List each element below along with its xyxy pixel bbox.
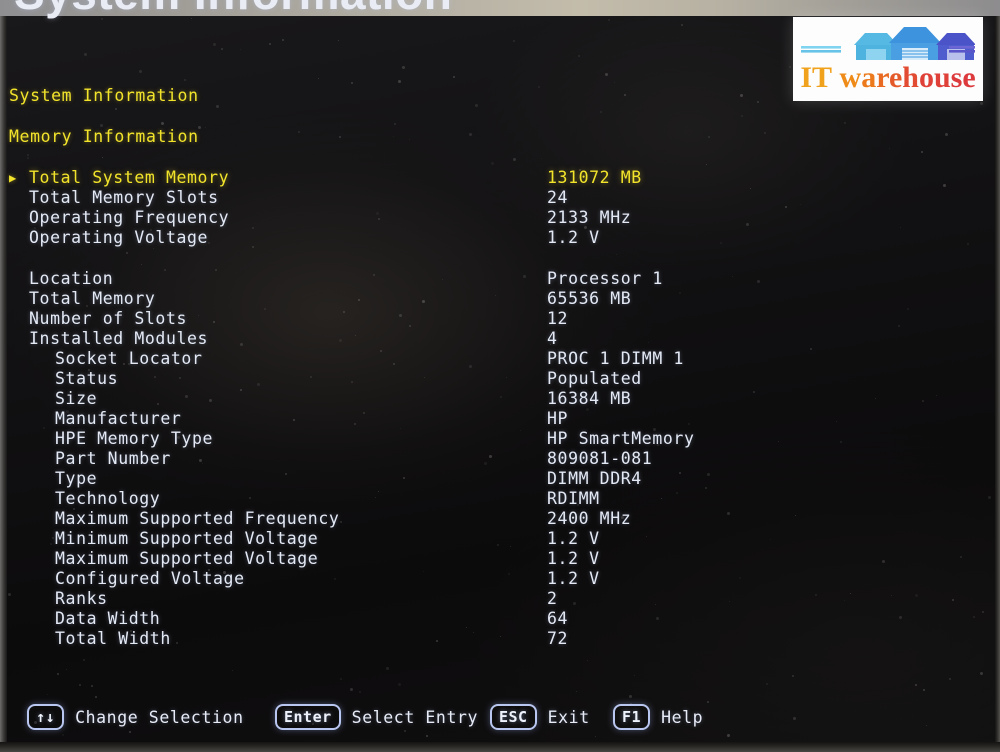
warehouse-logo-icon bbox=[801, 27, 975, 60]
key-hint-label: Select Entry bbox=[351, 707, 479, 727]
table-row[interactable]: Operating Frequency 2133 MHz bbox=[0, 208, 1000, 228]
row-label: Size bbox=[55, 389, 98, 408]
row-label: Part Number bbox=[55, 449, 171, 468]
row-value: 72 bbox=[547, 629, 569, 648]
table-row[interactable]: Status Populated bbox=[0, 369, 1000, 389]
key-hint-label: Help bbox=[661, 707, 704, 727]
row-label: Total Width bbox=[55, 629, 171, 648]
watermark-brand-text: IT warehouse bbox=[800, 61, 976, 94]
table-row[interactable]: Maximum Supported Frequency 2400 MHz bbox=[0, 509, 1000, 529]
table-row[interactable]: Type DIMM DDR4 bbox=[0, 469, 1000, 489]
row-value: 1.2 V bbox=[547, 549, 600, 568]
table-row[interactable]: Socket Locator PROC 1 DIMM 1 bbox=[0, 349, 1000, 369]
key-hint-bar: ↑↓ Change Selection Enter Select Entry ESC Ex… bbox=[0, 700, 1000, 734]
row-value: 1.2 V bbox=[547, 228, 600, 247]
row-value: HP bbox=[547, 409, 569, 428]
table-row[interactable]: Total Memory 65536 MB bbox=[0, 289, 1000, 309]
up-down-arrow-icon[interactable]: ↑↓ bbox=[27, 704, 65, 730]
table-row[interactable]: Total Width 72 bbox=[0, 629, 1000, 649]
table-row[interactable]: Number of Slots 12 bbox=[0, 309, 1000, 329]
row-value: 65536 MB bbox=[547, 289, 632, 308]
monitor-bezel-left bbox=[0, 0, 7, 752]
table-row[interactable]: Maximum Supported Voltage 1.2 V bbox=[0, 549, 1000, 569]
row-label: Maximum Supported Voltage bbox=[55, 549, 319, 568]
row-value: 2400 MHz bbox=[547, 509, 632, 528]
row-label: Total Memory Slots bbox=[29, 188, 219, 207]
table-row[interactable]: Technology RDIMM bbox=[0, 489, 1000, 509]
row-value: 2 bbox=[547, 589, 558, 608]
row-label: Maximum Supported Frequency bbox=[55, 509, 340, 528]
row-label: Status bbox=[55, 369, 119, 388]
table-row[interactable]: Location Processor 1 bbox=[0, 269, 1000, 289]
row-value: Populated bbox=[547, 369, 642, 388]
key-hint-label: Change Selection bbox=[75, 707, 244, 727]
row-value: 12 bbox=[547, 309, 569, 328]
f1-key-icon[interactable]: F1 bbox=[613, 704, 651, 730]
row-value: 809081-081 bbox=[547, 449, 653, 468]
row-label: Operating Voltage bbox=[29, 228, 209, 247]
row-label: Ranks bbox=[55, 589, 108, 608]
row-value: RDIMM bbox=[547, 489, 600, 508]
row-value: 4 bbox=[547, 329, 558, 348]
row-label: Number of Slots bbox=[29, 309, 188, 328]
table-row[interactable]: Total Memory Slots 24 bbox=[0, 188, 1000, 208]
row-label: Installed Modules bbox=[29, 329, 209, 348]
row-label: Socket Locator bbox=[55, 349, 203, 368]
table-row[interactable]: Minimum Supported Voltage 1.2 V bbox=[0, 529, 1000, 549]
table-row[interactable]: Data Width 64 bbox=[0, 609, 1000, 629]
row-value: 2133 MHz bbox=[547, 208, 632, 227]
table-row[interactable]: Ranks 2 bbox=[0, 589, 1000, 609]
row-label: Total Memory bbox=[29, 289, 156, 308]
row-value: 16384 MB bbox=[547, 389, 632, 408]
key-hint[interactable]: ↑↓ Change Selection bbox=[27, 700, 244, 734]
row-label: Location bbox=[29, 269, 114, 288]
breadcrumb-memory-information[interactable]: Memory Information bbox=[9, 127, 199, 146]
memory-info-table: ▶ Total System Memory 131072 MB Total Memor… bbox=[0, 168, 1000, 649]
row-value: 1.2 V bbox=[547, 569, 600, 588]
monitor-bezel-right bbox=[995, 0, 1000, 752]
row-value: Processor 1 bbox=[547, 269, 663, 288]
breadcrumb-system-information[interactable]: System Information bbox=[9, 86, 199, 105]
row-label: Type bbox=[55, 469, 98, 488]
row-label: Manufacturer bbox=[55, 409, 182, 428]
watermark-logo: IT warehouse bbox=[793, 17, 983, 101]
row-label: Configured Voltage bbox=[55, 569, 245, 588]
page-title: System Information bbox=[0, 0, 560, 24]
row-label: Total System Memory bbox=[29, 168, 230, 187]
table-row-spacer bbox=[0, 248, 1000, 269]
selection-arrow-icon: ▶ bbox=[9, 171, 17, 185]
table-row[interactable]: ▶ Total System Memory 131072 MB bbox=[0, 168, 1000, 188]
row-value: 24 bbox=[547, 188, 569, 207]
key-hint-label: Exit bbox=[547, 707, 590, 727]
row-label: Data Width bbox=[55, 609, 161, 628]
row-value: 1.2 V bbox=[547, 529, 600, 548]
row-label: Operating Frequency bbox=[29, 208, 230, 227]
key-hint[interactable]: F1 Help bbox=[613, 700, 703, 734]
enter-key-icon[interactable]: Enter bbox=[275, 704, 341, 730]
table-row[interactable]: Manufacturer HP bbox=[0, 409, 1000, 429]
row-label: Minimum Supported Voltage bbox=[55, 529, 319, 548]
table-row[interactable]: Operating Voltage 1.2 V bbox=[0, 228, 1000, 248]
key-hint[interactable]: ESC Exit bbox=[490, 700, 590, 734]
table-row[interactable]: Configured Voltage 1.2 V bbox=[0, 569, 1000, 589]
table-row[interactable]: Size 16384 MB bbox=[0, 389, 1000, 409]
key-hint[interactable]: Enter Select Entry bbox=[275, 700, 478, 734]
table-row[interactable]: Part Number 809081-081 bbox=[0, 449, 1000, 469]
row-label: HPE Memory Type bbox=[55, 429, 214, 448]
esc-key-icon[interactable]: ESC bbox=[490, 704, 537, 730]
row-value: 131072 MB bbox=[547, 168, 642, 187]
table-row[interactable]: HPE Memory Type HP SmartMemory bbox=[0, 429, 1000, 449]
table-row[interactable]: Installed Modules 4 bbox=[0, 329, 1000, 349]
bios-content: System Information Memory Information ▶ T… bbox=[0, 0, 1000, 752]
row-label: Technology bbox=[55, 489, 161, 508]
row-value: 64 bbox=[547, 609, 569, 628]
row-value: HP SmartMemory bbox=[547, 429, 695, 448]
row-value: PROC 1 DIMM 1 bbox=[547, 349, 684, 368]
bios-screen-photo: System Information IT warehouse Syste bbox=[0, 0, 1000, 752]
page-title-text: System Information bbox=[14, 0, 452, 20]
row-value: DIMM DDR4 bbox=[547, 469, 642, 488]
monitor-bezel-bottom bbox=[0, 742, 1000, 752]
